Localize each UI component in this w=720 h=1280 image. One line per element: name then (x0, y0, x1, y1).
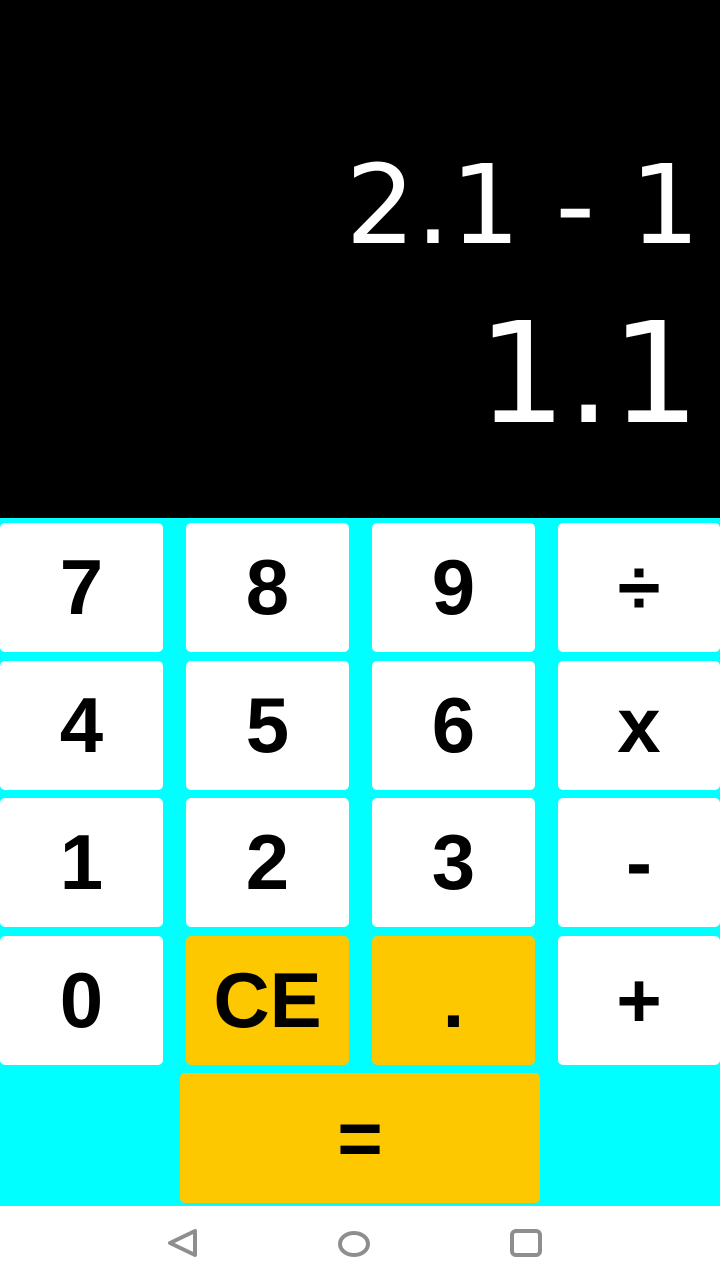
key-divide-button[interactable]: ÷ (558, 523, 720, 652)
key-add-button[interactable]: + (558, 936, 720, 1065)
key-4-button[interactable]: 4 (0, 661, 163, 790)
key-0-button[interactable]: 0 (0, 936, 163, 1065)
key-8-button[interactable]: 8 (186, 523, 349, 652)
key-1-button[interactable]: 1 (0, 798, 163, 927)
result-text: 1.1 (477, 293, 700, 456)
key-9-button[interactable]: 9 (372, 523, 535, 652)
key-multiply-button[interactable]: x (558, 661, 720, 790)
key-2-button[interactable]: 2 (186, 798, 349, 927)
display: 2.1 - 1 1.1 (0, 0, 720, 518)
equals-button[interactable]: = (180, 1073, 540, 1203)
key-decimal-button[interactable]: . (372, 936, 535, 1065)
key-6-button[interactable]: 6 (372, 661, 535, 790)
key-3-button[interactable]: 3 (372, 798, 535, 927)
recents-icon[interactable] (509, 1226, 543, 1260)
key-subtract-button[interactable]: - (558, 798, 720, 927)
key-5-button[interactable]: 5 (186, 661, 349, 790)
expression-text: 2.1 - 1 (345, 141, 700, 269)
back-icon[interactable] (165, 1226, 199, 1260)
home-icon[interactable] (337, 1226, 371, 1260)
navigation-bar (0, 1206, 720, 1280)
key-7-button[interactable]: 7 (0, 523, 163, 652)
key-clear-entry-button[interactable]: CE (186, 936, 349, 1065)
